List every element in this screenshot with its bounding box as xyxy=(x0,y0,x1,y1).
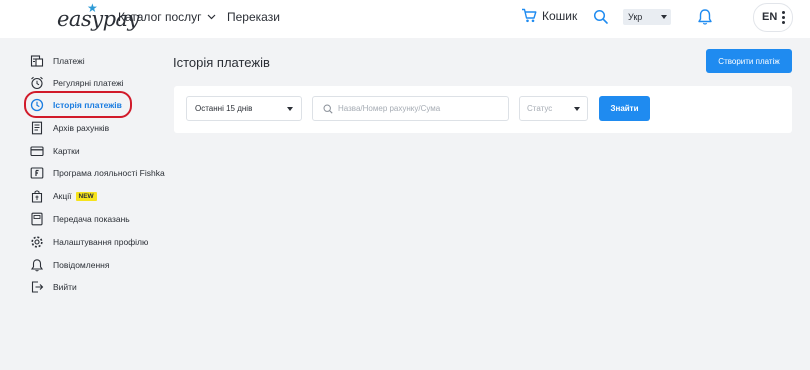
search-input[interactable] xyxy=(338,100,503,117)
search-icon xyxy=(323,104,333,114)
language-select[interactable]: Укр xyxy=(623,9,671,25)
promo-bag-icon xyxy=(31,190,43,203)
new-badge: NEW xyxy=(75,191,97,201)
history-clock-icon xyxy=(30,98,44,112)
search-icon[interactable] xyxy=(593,9,609,25)
caret-down-icon xyxy=(574,107,580,111)
chevron-down-icon xyxy=(207,14,215,20)
sidebar-item-bills-archive[interactable]: Архів рахунків xyxy=(30,119,109,137)
more-vertical-icon xyxy=(782,11,785,26)
sidebar: Платежі Регулярні платежі Історія платеж… xyxy=(0,38,165,370)
cart-label: Кошик xyxy=(542,8,578,23)
caret-down-icon xyxy=(661,15,667,19)
sidebar-item-label: Картки xyxy=(53,146,80,156)
sidebar-item-label: Архів рахунків xyxy=(53,123,110,133)
sidebar-item-loyalty-fishka[interactable]: Програма лояльності Fishka xyxy=(30,164,165,182)
sidebar-item-label: Платежі xyxy=(53,56,85,66)
period-selected: Останні 15 днів xyxy=(195,104,253,113)
sidebar-item-notifications[interactable]: Повідомлення xyxy=(30,256,109,274)
sidebar-item-label: Вийти xyxy=(53,282,77,292)
language-en-menu[interactable]: EN xyxy=(753,3,793,32)
archive-document-icon xyxy=(31,121,43,135)
search-field[interactable] xyxy=(312,96,509,121)
status-select[interactable]: Статус xyxy=(519,96,588,121)
sidebar-item-label: Регулярні платежі xyxy=(53,78,124,88)
notification-bell-icon[interactable] xyxy=(697,8,713,26)
sidebar-item-label: Повідомлення xyxy=(53,260,110,270)
loyalty-f-icon xyxy=(30,167,44,179)
sidebar-item-regular-payments[interactable]: Регулярні платежі xyxy=(30,74,124,92)
sidebar-item-meter-readings[interactable]: Передача показань xyxy=(30,210,130,228)
filter-panel: Останні 15 днів Статус Знайти xyxy=(174,86,792,133)
sidebar-item-label: Історія платежів xyxy=(53,100,122,110)
sidebar-item-promotions[interactable]: Акції NEW xyxy=(30,187,97,205)
logout-icon xyxy=(31,281,44,293)
logo-star-icon: ★ xyxy=(87,1,98,15)
cart-button[interactable]: Кошик xyxy=(521,8,577,23)
gear-icon xyxy=(31,236,43,248)
sidebar-item-profile-settings[interactable]: Налаштування профілю xyxy=(30,233,148,251)
top-header: easypay ★ Каталог послуг Перекази Кошик … xyxy=(0,0,810,38)
catalog-menu[interactable]: Каталог послуг xyxy=(118,10,216,24)
sidebar-item-cards[interactable]: Картки xyxy=(30,142,80,160)
bell-icon xyxy=(30,259,44,272)
create-payment-button[interactable]: Створити платіж xyxy=(706,49,792,73)
alarm-clock-icon xyxy=(31,76,43,90)
catalog-label: Каталог послуг xyxy=(118,10,202,24)
status-placeholder: Статус xyxy=(527,104,553,113)
cart-icon xyxy=(522,8,537,23)
period-select[interactable]: Останні 15 днів xyxy=(186,96,302,121)
page-title: Історія платежів xyxy=(173,55,270,70)
caret-down-icon xyxy=(287,107,293,111)
sidebar-item-label: Налаштування профілю xyxy=(53,237,149,247)
sidebar-item-label: Передача показань xyxy=(53,214,130,224)
language-selected: Укр xyxy=(628,12,643,22)
transfers-link[interactable]: Перекази xyxy=(227,10,280,24)
sidebar-item-payment-history[interactable]: Історія платежів xyxy=(30,96,122,114)
payments-icon xyxy=(30,55,44,67)
sidebar-item-label: Акції xyxy=(53,191,72,201)
sidebar-item-logout[interactable]: Вийти xyxy=(30,278,77,296)
find-button[interactable]: Знайти xyxy=(599,96,650,121)
sidebar-item-label: Програма лояльності Fishka xyxy=(53,168,165,178)
card-icon xyxy=(30,146,44,157)
english-label: EN xyxy=(762,11,778,23)
meter-icon xyxy=(31,212,43,226)
sidebar-item-payments[interactable]: Платежі xyxy=(30,52,85,70)
